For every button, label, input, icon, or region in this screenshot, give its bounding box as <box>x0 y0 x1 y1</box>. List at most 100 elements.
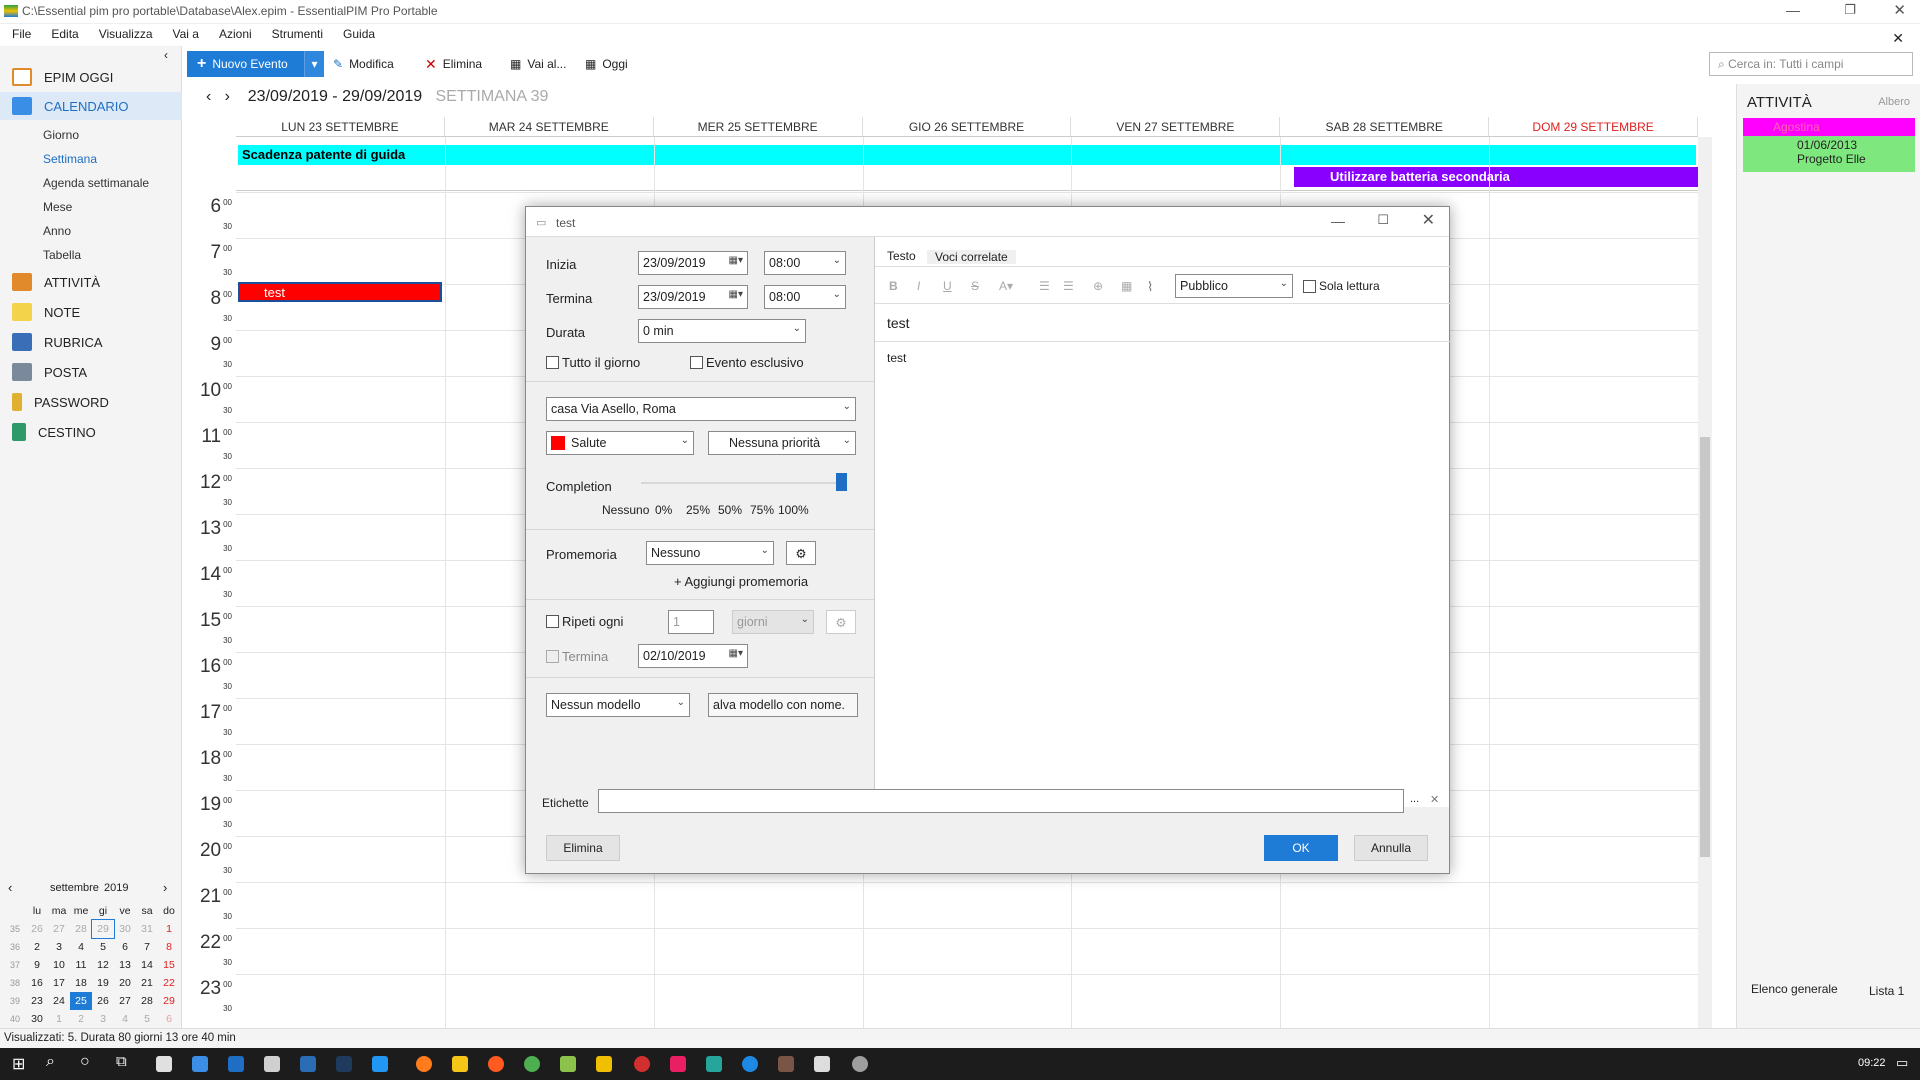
edit-button[interactable]: ✎ Modifica <box>333 51 394 77</box>
day-header[interactable]: LUN 23 SETTEMBRE <box>236 117 445 136</box>
delete-event-button[interactable]: Elimina <box>546 835 620 861</box>
chevron-down-icon[interactable]: ⌄ <box>801 614 809 625</box>
minical-day[interactable]: 1 <box>158 920 180 938</box>
sidebar-item-note[interactable]: NOTE <box>0 298 182 326</box>
category-select[interactable]: Salute ⌄ <box>546 431 694 455</box>
minical-day[interactable]: 1 <box>48 1010 70 1028</box>
prev-week-icon[interactable]: ‹ <box>206 88 211 105</box>
chevron-down-icon[interactable]: ⌄ <box>793 323 801 334</box>
dialog-maximize-icon[interactable]: ☐ <box>1377 212 1389 228</box>
day-header[interactable]: SAB 28 SETTEMBRE <box>1280 117 1490 136</box>
firefox-icon[interactable] <box>416 1056 432 1072</box>
chevron-down-icon[interactable]: ⌄ <box>1280 278 1288 289</box>
minical-day[interactable]: 27 <box>114 992 136 1010</box>
minical-day[interactable]: 12 <box>92 956 114 974</box>
taskbar-app-icon[interactable] <box>706 1056 722 1072</box>
link-icon[interactable]: ⊕ <box>1093 279 1103 293</box>
font-color-icon[interactable]: A▾ <box>999 279 1013 293</box>
allday-event-scadenza[interactable]: Scadenza patente di guida <box>238 145 1696 165</box>
sidebar-item-calendario[interactable]: CALENDARIO <box>0 92 182 120</box>
end-date-input[interactable]: 23/09/2019 ▦▾ <box>638 285 748 309</box>
tags-input[interactable] <box>598 789 1404 813</box>
minical-day[interactable]: 27 <box>48 920 70 938</box>
day-header[interactable]: VEN 27 SETTEMBRE <box>1071 117 1281 136</box>
minical-day[interactable]: 8 <box>158 938 180 956</box>
day-header[interactable]: MER 25 SETTEMBRE <box>654 117 863 136</box>
minical-day[interactable]: 30 <box>114 920 136 938</box>
attachment-icon[interactable]: ⌇ <box>1147 279 1153 295</box>
minical-day[interactable]: 7 <box>136 938 158 956</box>
minimize-icon[interactable]: — <box>1786 2 1800 18</box>
sidebar-item-epim-oggi[interactable]: EPIM OGGI <box>0 63 182 91</box>
new-event-button[interactable]: + Nuovo Evento ▾ <box>187 51 324 77</box>
day-header[interactable]: MAR 24 SETTEMBRE <box>445 117 654 136</box>
minical-day[interactable]: 6 <box>158 1010 180 1028</box>
readonly-checkbox[interactable] <box>1303 280 1316 293</box>
repeat-count-stepper[interactable]: 1 <box>668 610 714 634</box>
minical-day[interactable]: 5 <box>92 938 114 956</box>
taskbar-app-icon[interactable] <box>742 1056 758 1072</box>
restore-icon[interactable]: ❐ <box>1844 2 1856 18</box>
notifications-icon[interactable]: ▭ <box>1896 1055 1908 1071</box>
taskbar-app-icon[interactable] <box>336 1056 352 1072</box>
numbered-list-icon[interactable]: ☰ <box>1063 279 1074 293</box>
taskbar-app-icon[interactable] <box>452 1056 468 1072</box>
chevron-down-icon[interactable]: ⌄ <box>761 545 769 556</box>
calendar-picker-icon[interactable]: ▦▾ <box>729 255 743 266</box>
sidebar-item-rubrica[interactable]: RUBRICA <box>0 328 182 356</box>
exclusive-checkbox[interactable] <box>690 356 703 369</box>
save-template-button[interactable]: alva modello con nome. <box>708 693 858 717</box>
menu-help[interactable]: Guida <box>331 24 383 41</box>
dialog-close-icon[interactable]: ✕ <box>1422 210 1435 230</box>
sidebar-item-cestino[interactable]: CESTINO <box>0 418 182 446</box>
repeat-unit-select[interactable]: giorni ⌄ <box>732 610 814 634</box>
minical-day[interactable]: 3 <box>48 938 70 956</box>
minical-day[interactable]: 16 <box>26 974 48 992</box>
today-button[interactable]: ▦ Oggi <box>585 51 628 77</box>
taskbar-app-icon[interactable] <box>560 1056 576 1072</box>
minical-day[interactable]: 4 <box>114 1010 136 1028</box>
minical-day[interactable]: 5 <box>136 1010 158 1028</box>
prev-month-icon[interactable]: ‹ <box>8 880 12 895</box>
taskbar-app-icon[interactable] <box>634 1056 650 1072</box>
taskbar-app-icon[interactable] <box>670 1056 686 1072</box>
delete-button[interactable]: ✕ Elimina <box>425 51 482 77</box>
taskbar-app-icon[interactable] <box>156 1056 172 1072</box>
vertical-scrollbar[interactable] <box>1698 137 1712 1037</box>
menu-tools[interactable]: Strumenti <box>260 24 331 41</box>
allday-checkbox[interactable] <box>546 356 559 369</box>
tags-clear-icon[interactable]: ✕ <box>1430 793 1439 806</box>
next-week-icon[interactable]: › <box>225 88 230 105</box>
minical-day[interactable]: 22 <box>158 974 180 992</box>
start-date-input[interactable]: 23/09/2019 ▦▾ <box>638 251 748 275</box>
view-year[interactable]: Anno <box>43 224 71 238</box>
repeat-end-date-input[interactable]: 02/10/2019 ▦▾ <box>638 644 748 668</box>
view-week[interactable]: Settimana <box>43 152 97 166</box>
subject-field[interactable]: test <box>887 315 910 331</box>
tab-voci-correlate[interactable]: Voci correlate <box>927 250 1016 264</box>
ok-button[interactable]: OK <box>1264 835 1338 861</box>
sidebar-item-attivita[interactable]: ATTIVITÀ <box>0 268 182 296</box>
repeat-end-checkbox[interactable] <box>546 650 559 663</box>
minical-day[interactable]: 2 <box>26 938 48 956</box>
event-test[interactable]: test <box>238 282 442 302</box>
italic-icon[interactable]: I <box>917 279 920 293</box>
minical-day[interactable]: 28 <box>70 920 92 938</box>
allday-event-batteria[interactable]: Utilizzare batteria secondaria <box>1294 167 1698 187</box>
minical-day[interactable]: 10 <box>48 956 70 974</box>
strikethrough-icon[interactable]: S <box>971 279 979 293</box>
completion-slider-thumb[interactable] <box>836 473 847 491</box>
menu-file[interactable]: File <box>0 24 39 41</box>
menu-actions[interactable]: Azioni <box>207 24 260 41</box>
start-time-input[interactable]: 08:00 ⌄ <box>764 251 846 275</box>
bullet-list-icon[interactable]: ☰ <box>1039 279 1050 293</box>
chevron-down-icon[interactable]: ▾ <box>304 51 324 77</box>
sidebar-item-password[interactable]: PASSWORD <box>0 388 182 416</box>
minical-day[interactable]: 29 <box>91 919 115 939</box>
day-header[interactable]: GIO 26 SETTEMBRE <box>863 117 1072 136</box>
close-icon[interactable]: ✕ <box>1893 1 1906 19</box>
calendar-picker-icon[interactable]: ▦▾ <box>729 648 743 659</box>
minical-day[interactable]: 20 <box>114 974 136 992</box>
completion-slider-track[interactable] <box>641 482 846 484</box>
minical-day[interactable]: 30 <box>26 1010 48 1028</box>
